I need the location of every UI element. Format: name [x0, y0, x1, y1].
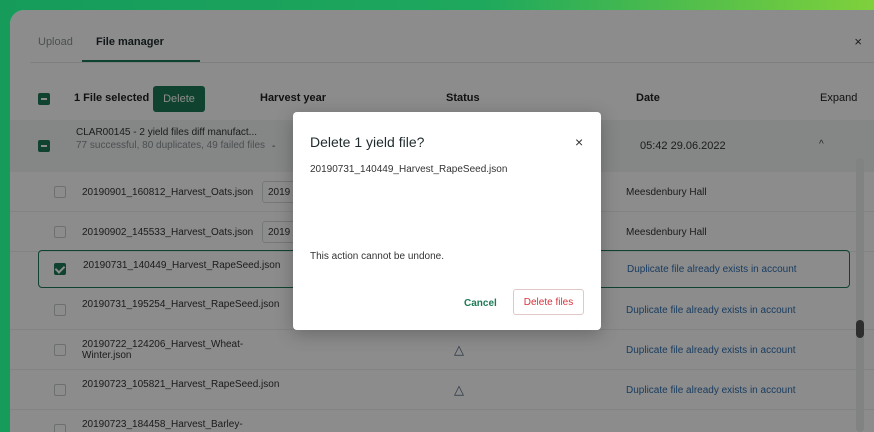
dialog-warning-text: This action cannot be undone.	[310, 251, 444, 262]
delete-files-button[interactable]: Delete files	[513, 289, 584, 315]
file-manager-window: Upload File manager × 1 File selected De…	[10, 10, 874, 432]
dialog-title: Delete 1 yield file?	[310, 134, 425, 150]
dialog-file-name: 20190731_140449_Harvest_RapeSeed.json	[310, 164, 508, 175]
cancel-button[interactable]: Cancel	[464, 298, 497, 309]
close-icon[interactable]: ×	[575, 134, 583, 150]
delete-confirm-dialog: Delete 1 yield file? × 20190731_140449_H…	[293, 112, 601, 330]
